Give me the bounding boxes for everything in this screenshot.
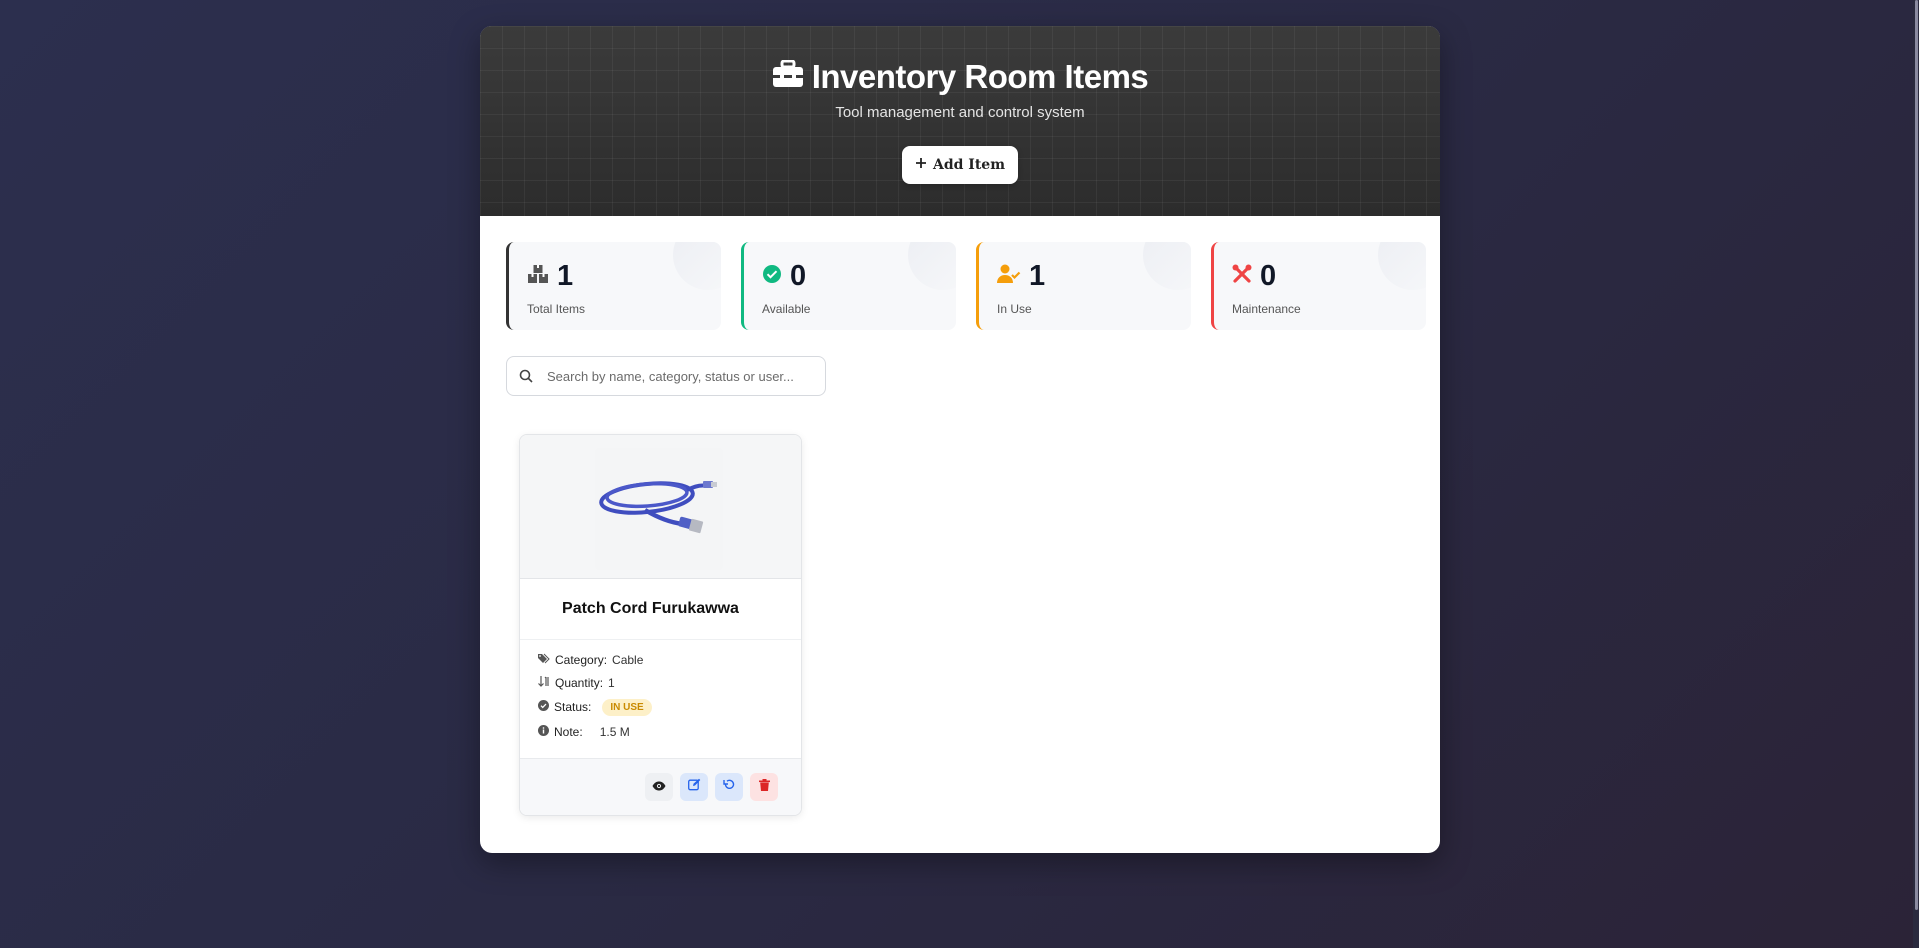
page-title-text: Inventory Room Items [811,58,1149,95]
category-value: Cable [612,652,644,667]
plus-icon [915,157,927,173]
trash-icon [758,778,770,796]
add-item-button[interactable]: Add Item [902,146,1018,184]
item-image-area [520,435,801,579]
view-button[interactable] [645,773,673,801]
search-icon [519,369,533,383]
item-quantity-row: Quantity: 1 [538,671,783,694]
return-button[interactable] [715,773,743,801]
header-banner: Inventory Room Items Tool management and… [480,26,1440,216]
stat-total-label: Total Items [527,302,586,316]
item-category-row: Category: Cable [538,648,783,671]
item-note-row: Note: 1.5 M [538,720,783,743]
stat-in-use-label: In Use [997,302,1032,316]
note-value: 1.5 M [599,724,630,739]
sort-numeric-icon [538,675,550,690]
stat-in-use: 1 In Use [976,242,1191,330]
stat-total-items: 1 Total Items [506,242,721,330]
add-item-label: Add Item [932,157,1006,173]
note-label: Note: [554,724,583,739]
status-label: Status: [554,700,592,714]
status-badge: IN USE [602,698,652,716]
status-check-icon [538,700,549,714]
user-check-icon [997,264,1021,289]
toolbox-icon [772,58,804,96]
stats-row: 1 Total Items 0 Available 1 In Use 0 Mai… [506,242,1426,330]
stat-maintenance: 0 Maintenance [1211,242,1426,330]
category-label: Category: [555,652,608,667]
quantity-value: 1 [608,675,615,690]
edit-icon [687,778,701,796]
search-box[interactable] [506,356,826,396]
boxes-icon [527,264,549,289]
check-circle-icon [762,264,782,289]
tools-icon [1232,264,1252,289]
eye-icon [652,778,666,796]
quantity-label: Quantity: [555,675,604,690]
stat-available-value: 0 [790,260,807,292]
stat-maintenance-value: 0 [1260,260,1277,292]
item-card[interactable]: Patch Cord Furukawwa Category: Cable Qua… [519,434,802,816]
page-title: Inventory Room Items [480,58,1440,96]
edit-button[interactable] [680,773,708,801]
info-icon [538,724,549,739]
delete-button[interactable] [750,773,778,801]
page-scrollbar-track[interactable] [1913,0,1919,948]
stat-maintenance-label: Maintenance [1232,302,1301,316]
item-name: Patch Cord Furukawwa [520,579,801,640]
page-subtitle: Tool management and control system [835,104,1085,121]
tags-icon [538,653,550,667]
inventory-panel: Inventory Room Items Tool management and… [480,26,1440,853]
item-actions [520,758,801,815]
stat-in-use-value: 1 [1029,260,1046,292]
stat-available-label: Available [762,302,811,316]
item-status-row: Status: IN USE [538,694,783,720]
search-input[interactable] [545,367,819,385]
item-image[interactable] [595,448,723,570]
stat-available: 0 Available [741,242,956,330]
page-scrollbar-thumb[interactable] [1915,0,1918,910]
undo-icon [723,778,735,796]
item-details: Category: Cable Quantity: 1 Status: IN U… [520,640,801,743]
stat-total-value: 1 [557,260,574,292]
